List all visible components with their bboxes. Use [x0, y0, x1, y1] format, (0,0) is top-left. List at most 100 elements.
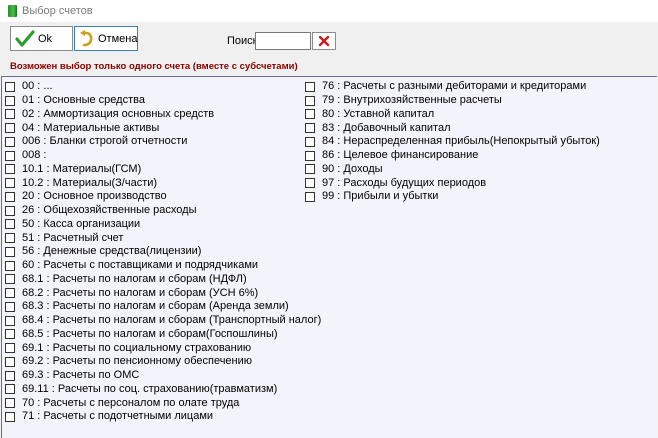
account-checkbox[interactable]	[5, 398, 15, 409]
account-checkbox[interactable]	[5, 191, 15, 202]
account-label: 79 : Внутрихозяйственные расчеты	[322, 94, 502, 107]
account-checkbox[interactable]	[5, 329, 15, 340]
account-item[interactable]: 70 : Расчеты с персоналом по олате труда	[5, 396, 321, 410]
accounts-column-right: 76 : Расчеты с разными дебиторами и кред…	[305, 80, 600, 204]
account-item[interactable]: 50 : Касса организации	[5, 218, 321, 232]
red-x-icon	[318, 35, 330, 47]
account-item[interactable]: 69.2 : Расчеты по пенсионному обеспечени…	[5, 355, 321, 369]
account-item[interactable]: 84 : Нераспределенная прибыль(Непокрытый…	[305, 135, 600, 149]
selection-notice: Возможен выбор только одного счета (вмес…	[10, 61, 298, 72]
green-book-icon	[8, 5, 17, 17]
account-item[interactable]: 26 : Общехозяйственные расходы	[5, 204, 321, 218]
search-input[interactable]	[255, 32, 311, 50]
account-item[interactable]: 80 : Уставной капитал	[305, 108, 600, 122]
account-label: 71 : Расчеты с подотчетными лицами	[22, 410, 214, 423]
account-item[interactable]: 69.1 : Расчеты по социальному страховани…	[5, 341, 321, 355]
account-checkbox[interactable]	[305, 136, 315, 147]
account-item[interactable]: 86 : Целевое финансирование	[305, 149, 600, 163]
account-checkbox[interactable]	[5, 150, 15, 161]
cancel-button[interactable]: Отмена	[74, 26, 138, 51]
account-label: 10.1 : Материалы(ГСМ)	[22, 162, 142, 175]
account-item[interactable]: 68.3 : Расчеты по налогам и сборам (Арен…	[5, 300, 321, 314]
account-checkbox[interactable]	[5, 233, 15, 244]
search-label: Поиск	[227, 35, 258, 47]
account-checkbox[interactable]	[305, 178, 315, 189]
account-item[interactable]: 68.4 : Расчеты по налогам и сборам (Тран…	[5, 314, 321, 328]
account-item[interactable]: 68.1 : Расчеты по налогам и сборам (НДФЛ…	[5, 273, 321, 287]
account-checkbox[interactable]	[305, 109, 315, 120]
account-item[interactable]: 10.1 : Материалы(ГСМ)	[5, 163, 321, 177]
account-label: 84 : Нераспределенная прибыль(Непокрытый…	[322, 135, 600, 148]
account-checkbox[interactable]	[5, 136, 15, 147]
account-item[interactable]: 10.2 : Материалы(З/части)	[5, 176, 321, 190]
account-label: 10.2 : Материалы(З/части)	[22, 176, 158, 189]
account-item[interactable]: 04 : Материальные активы	[5, 121, 321, 135]
account-item[interactable]: 76 : Расчеты с разными дебиторами и кред…	[305, 80, 600, 94]
account-checkbox[interactable]	[5, 315, 15, 326]
account-checkbox[interactable]	[5, 123, 15, 134]
account-checkbox[interactable]	[5, 95, 15, 106]
account-checkbox[interactable]	[5, 301, 15, 312]
account-label: 69.11 : Расчеты по соц. страхованию(трав…	[22, 382, 278, 395]
account-checkbox[interactable]	[5, 164, 15, 175]
account-label: 04 : Материальные активы	[22, 121, 160, 134]
account-checkbox[interactable]	[5, 288, 15, 299]
account-item[interactable]: 006 : Бланки строгой отчетности	[5, 135, 321, 149]
account-checkbox[interactable]	[5, 411, 15, 422]
account-item[interactable]: 00 : ...	[5, 80, 321, 94]
account-item[interactable]: 83 : Добавочный капитал	[305, 121, 600, 135]
account-label: 51 : Расчетный счет	[22, 231, 124, 244]
account-checkbox[interactable]	[5, 246, 15, 257]
account-label: 68.5 : Расчеты по налогам и сборам(Госпо…	[22, 327, 278, 340]
account-item[interactable]: 02 : Аммортизация основных средств	[5, 108, 321, 122]
account-checkbox[interactable]	[5, 109, 15, 120]
account-checkbox[interactable]	[305, 164, 315, 175]
account-item[interactable]: 97 : Расходы будущих периодов	[305, 176, 600, 190]
account-item[interactable]: 69.3 : Расчеты по ОМС	[5, 369, 321, 383]
account-label: 008 :	[22, 149, 47, 162]
cancel-button-label: Отмена	[98, 32, 138, 45]
account-checkbox[interactable]	[305, 123, 315, 134]
account-item[interactable]: 68.2 : Расчеты по налогам и сборам (УСН …	[5, 286, 321, 300]
account-item[interactable]: 56 : Денежные средства(лицензии)	[5, 245, 321, 259]
account-label: 80 : Уставной капитал	[322, 107, 435, 120]
account-checkbox[interactable]	[5, 205, 15, 216]
account-label: 00 : ...	[22, 80, 53, 93]
account-item[interactable]: 008 :	[5, 149, 321, 163]
account-checkbox[interactable]	[305, 81, 315, 92]
account-checkbox[interactable]	[5, 343, 15, 354]
accounts-column-left: 00 : ... 01 : Основные средства 02 : Аммор…	[5, 80, 321, 424]
account-checkbox[interactable]	[5, 81, 15, 92]
checkmark-icon	[15, 29, 35, 47]
account-item[interactable]: 60 : Расчеты с поставщиками и подрядчика…	[5, 259, 321, 273]
account-checkbox[interactable]	[305, 191, 315, 202]
account-item[interactable]: 51 : Расчетный счет	[5, 231, 321, 245]
account-label: 20 : Основное производство	[22, 190, 167, 203]
toolbar: Ok Отмена Поиск	[0, 22, 658, 56]
account-checkbox[interactable]	[5, 260, 15, 271]
account-label: 76 : Расчеты с разными дебиторами и кред…	[322, 80, 587, 93]
account-checkbox[interactable]	[5, 178, 15, 189]
ok-button[interactable]: Ok	[10, 26, 73, 51]
account-item[interactable]: 71 : Расчеты с подотчетными лицами	[5, 410, 321, 424]
account-checkbox[interactable]	[305, 95, 315, 106]
account-label: 56 : Денежные средства(лицензии)	[22, 245, 202, 258]
account-item[interactable]: 20 : Основное производство	[5, 190, 321, 204]
account-checkbox[interactable]	[5, 370, 15, 381]
account-checkbox[interactable]	[5, 274, 15, 285]
account-label: 86 : Целевое финансирование	[322, 149, 479, 162]
account-item[interactable]: 99 : Прибыли и убытки	[305, 190, 600, 204]
account-item[interactable]: 68.5 : Расчеты по налогам и сборам(Госпо…	[5, 328, 321, 342]
account-label: 02 : Аммортизация основных средств	[22, 107, 215, 120]
account-label: 006 : Бланки строгой отчетности	[22, 135, 188, 148]
clear-search-button[interactable]	[312, 32, 336, 50]
account-item[interactable]: 90 : Доходы	[305, 163, 600, 177]
account-checkbox[interactable]	[5, 356, 15, 367]
account-item[interactable]: 69.11 : Расчеты по соц. страхованию(трав…	[5, 383, 321, 397]
account-checkbox[interactable]	[5, 219, 15, 230]
account-item[interactable]: 01 : Основные средства	[5, 94, 321, 108]
accounts-list-panel: 00 : ... 01 : Основные средства 02 : Аммор…	[1, 76, 657, 438]
account-checkbox[interactable]	[305, 150, 315, 161]
account-item[interactable]: 79 : Внутрихозяйственные расчеты	[305, 94, 600, 108]
account-checkbox[interactable]	[5, 384, 15, 395]
